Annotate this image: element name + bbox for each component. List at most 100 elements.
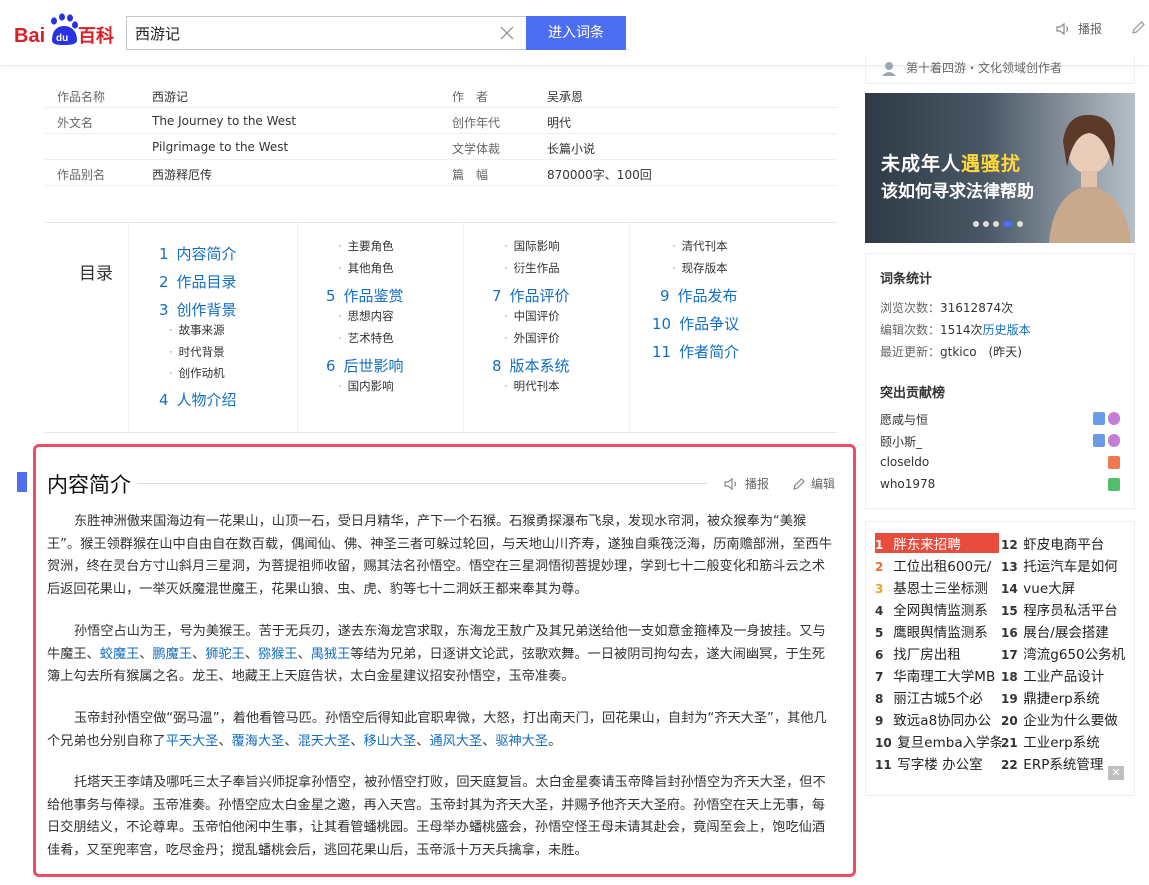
link-shituo-wang[interactable]: 狮驼王: [205, 647, 245, 662]
toc-subitem[interactable]: 时代背景: [169, 344, 225, 360]
logo-baike-text: 百科: [78, 25, 114, 47]
contributor-name: 颐小斯_: [880, 435, 923, 449]
history-version-link[interactable]: 历史版本: [983, 323, 1031, 337]
hot-item[interactable]: 10 复旦emba入学条: [875, 731, 1003, 751]
baidu-baike-logo[interactable]: Bai du 百科: [14, 12, 120, 48]
toc-subitem[interactable]: 明代刊本: [504, 378, 560, 394]
author-link[interactable]: 吴承恩: [547, 88, 583, 105]
contributor-row[interactable]: who1978: [880, 477, 1120, 495]
clear-search-icon[interactable]: [499, 25, 515, 41]
contributor-row[interactable]: 颐小斯_: [880, 433, 1120, 451]
toc-subitem[interactable]: 国内影响: [338, 378, 394, 394]
contributor-name: closeldo: [880, 455, 930, 469]
hot-item[interactable]: 11 写字楼 办公室: [875, 753, 983, 773]
info-row: 作品名称 西游记 作 者 吴承恩: [45, 82, 837, 108]
hot-item[interactable]: 2 工位出租600元/: [875, 555, 991, 575]
hot-item[interactable]: 5 鹰眼舆情监测系: [875, 621, 988, 641]
carousel-dots[interactable]: [973, 221, 1027, 227]
link-peng-mowang[interactable]: 鹏魔王: [153, 647, 193, 662]
toc-subitem[interactable]: 中国评价: [504, 308, 560, 324]
hot-item[interactable]: 8 丽江古城5个必: [875, 687, 983, 707]
toc-item-4[interactable]: 4 人物介绍: [159, 389, 237, 410]
section-read-aloud-button[interactable]: 播报: [724, 475, 769, 492]
toc-subitem[interactable]: 外国评价: [504, 330, 560, 346]
hot-item[interactable]: 4 全网舆情监测系: [875, 599, 988, 619]
toc-item-6[interactable]: 6 后世影响: [326, 355, 404, 376]
logo-graphic: Bai du 百科: [14, 13, 114, 47]
toc-item-9[interactable]: 9 作品发布: [660, 285, 738, 306]
hot-item[interactable]: 19 鼎捷erp系统: [1001, 687, 1100, 707]
search-input[interactable]: [135, 23, 495, 43]
stat-views: 浏览次数：31612874次: [880, 301, 1014, 315]
intro-paragraph-4: 托塔天王李靖及哪吒三太子奉旨兴师捉拿孙悟空，被孙悟空打败，回天庭复旨。太白金星奏…: [47, 775, 826, 858]
intro-paragraph-3: 玉帝封孙悟空做“弼马温”，着他看管马匹。孙悟空后得知此官职卑微，大怒，打出南天门…: [47, 711, 827, 749]
toc-item-2[interactable]: 2 作品目录: [159, 271, 237, 292]
title-divider: [137, 483, 707, 484]
section-indicator: [17, 472, 27, 492]
hot-search-ad-panel: 1 胖东来招聘 2 工位出租600元/ 3 基恩士三坐标测 4 全网舆情监测系 …: [865, 521, 1135, 796]
era-link[interactable]: 明代: [547, 114, 571, 131]
toc-item-5[interactable]: 5 作品鉴赏: [326, 285, 404, 306]
hot-item[interactable]: 14 vue大屏: [1001, 577, 1075, 597]
ad-close-icon[interactable]: ✕: [1108, 766, 1124, 780]
link-mihou-wang[interactable]: 猕猴王: [258, 647, 298, 662]
hot-item[interactable]: 13 托运汽车是如何: [1001, 555, 1118, 575]
banner-headline: 未成年人遇骚扰: [881, 153, 1022, 175]
toc-subitem[interactable]: 其他角色: [338, 260, 394, 276]
contributor-row[interactable]: 愿咸与恒: [880, 411, 1120, 429]
link-qushen-dasheng[interactable]: 驱神大圣: [495, 734, 548, 749]
toc-item-11[interactable]: 11 作者简介: [652, 341, 739, 362]
speaker-icon: [1056, 22, 1069, 35]
section-edit-button[interactable]: 编辑: [792, 475, 835, 492]
link-yurong-wang[interactable]: 禺狨王: [311, 647, 351, 662]
hot-item[interactable]: 18 工业产品设计: [1001, 665, 1104, 685]
toc-item-1[interactable]: 1 内容简介: [159, 243, 237, 264]
toc-subitem[interactable]: 思想内容: [338, 308, 394, 324]
toc-item-7[interactable]: 7 作品评价: [492, 285, 570, 306]
banner-person-image: [1049, 114, 1131, 243]
ad-banner[interactable]: 未成年人遇骚扰 该如何寻求法律帮助: [865, 93, 1135, 243]
info-value: 西游释厄传: [152, 168, 213, 182]
toc-title: 目录: [79, 264, 113, 284]
link-pingtian-dasheng[interactable]: 平天大圣: [166, 734, 219, 749]
logo-bai-text: Bai: [14, 25, 45, 47]
hot-item[interactable]: 3 基恩士三坐标测: [875, 577, 988, 597]
edit-pencil-icon[interactable]: [1130, 20, 1146, 36]
genre-link[interactable]: 长篇小说: [547, 140, 595, 157]
hot-item[interactable]: 7 华南理工大学MB: [875, 665, 995, 685]
link-jiao-mowang[interactable]: 蛟魔王: [100, 647, 140, 662]
toc-subitem[interactable]: 艺术特色: [338, 330, 394, 346]
hot-item[interactable]: 21 工业erp系统: [1001, 731, 1100, 751]
toc-subitem[interactable]: 清代刊本: [672, 238, 728, 254]
toc-item-3[interactable]: 3 创作背景: [159, 299, 237, 320]
hot-item[interactable]: 17 湾流g650公务机: [1001, 643, 1125, 663]
hot-item[interactable]: 6 找厂房出租: [875, 643, 961, 663]
link-yishan-dasheng[interactable]: 移山大圣: [364, 734, 417, 749]
link-tongfeng-dasheng[interactable]: 通风大圣: [429, 734, 482, 749]
hot-item[interactable]: 12 虾皮电商平台: [1001, 533, 1104, 553]
hot-item[interactable]: 16 展台/展会搭建: [1001, 621, 1109, 641]
toc-subitem[interactable]: 创作动机: [169, 365, 225, 381]
toc-item-10[interactable]: 10 作品争议: [652, 313, 739, 334]
hot-item[interactable]: 15 程序员私活平台: [1001, 599, 1118, 619]
link-huntian-dasheng[interactable]: 混天大圣: [298, 734, 351, 749]
hot-item[interactable]: 9 致远a8协同办公: [875, 709, 991, 729]
toc-subitem[interactable]: 现存版本: [672, 260, 728, 276]
hot-item[interactable]: 22 ERP系统管理: [1001, 753, 1103, 773]
header-read-aloud-button[interactable]: 播报: [1056, 20, 1102, 37]
contributor-row[interactable]: closeldo: [880, 455, 1120, 473]
hot-item[interactable]: 1 胖东来招聘: [875, 533, 999, 553]
content-intro-section: 内容简介 播报 编辑 东胜神洲傲来国海边有一花果山，山顶一石，受日月精华，产下一…: [33, 444, 856, 877]
hot-item[interactable]: 20 企业为什么要做: [1001, 709, 1118, 729]
logo-du-text: du: [56, 33, 68, 44]
contributor-name: who1978: [880, 477, 936, 491]
contributor-badges: [1090, 412, 1120, 425]
toc-subitem[interactable]: 国际影响: [504, 238, 560, 254]
author-card-text: 第十着四游・文化领域创作者: [906, 61, 1063, 75]
link-fuhai-dasheng[interactable]: 覆海大圣: [232, 734, 285, 749]
toc-subitem[interactable]: 故事来源: [169, 322, 225, 338]
toc-subitem[interactable]: 主要角色: [338, 238, 394, 254]
enter-entry-button[interactable]: 进入词条: [526, 16, 626, 50]
toc-subitem[interactable]: 衍生作品: [504, 260, 560, 276]
toc-item-8[interactable]: 8 版本系统: [492, 355, 570, 376]
